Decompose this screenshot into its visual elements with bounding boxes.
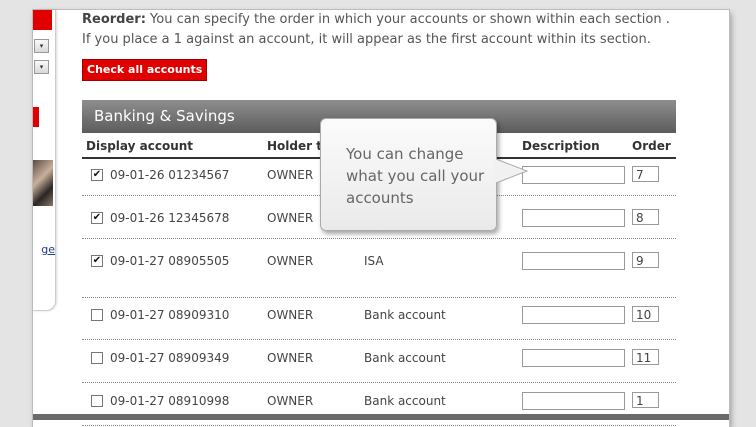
reorder-instructions: Reorder: You can specify the order in wh… [82,10,672,50]
display-checkbox[interactable] [91,352,103,364]
reorder-label: Reorder: [82,12,146,27]
display-checkbox[interactable] [91,395,103,407]
column-header-display-account: Display account [86,139,194,153]
table-row: 09-01-27 08909349 OWNER Bank account 11 [82,342,676,383]
description-input[interactable] [522,392,625,410]
order-input[interactable]: 8 [632,209,659,225]
description-input[interactable] [522,166,625,184]
account-type: ISA [364,254,384,268]
table-row: ✔ 09-01-27 08905505 OWNER ISA 9 [82,245,676,298]
reorder-text: You can specify the order in which your … [82,12,670,47]
callout-pointer [494,158,529,184]
order-input[interactable]: 9 [632,252,659,268]
sidebar-dropdown-1[interactable]: ▾ [34,39,49,53]
row-divider [82,238,676,239]
description-input[interactable] [522,252,625,270]
row-divider [82,425,676,426]
description-input[interactable] [522,209,625,227]
check-all-accounts-button[interactable]: Check all accounts [82,59,208,81]
holder-type: OWNER [267,308,314,322]
account-number: 09-01-27 08910998 [110,394,230,408]
holder-type: OWNER [267,254,314,268]
description-input[interactable] [522,306,625,324]
sidebar-avatar-image [33,160,53,206]
column-header-holder: Holder t [267,139,322,153]
order-input[interactable]: 7 [632,166,659,182]
account-number: 09-01-27 08905505 [110,254,230,268]
display-checkbox[interactable]: ✔ [91,212,103,224]
column-header-description: Description [522,139,600,153]
account-type: Bank account [364,394,446,408]
callout-text: You can change what you call your accoun… [346,145,485,207]
account-type: Bank account [364,351,446,365]
account-type: Bank account [364,308,446,322]
holder-type: OWNER [267,168,314,182]
callout-tooltip: You can change what you call your accoun… [320,118,497,231]
holder-type: OWNER [267,394,314,408]
account-number: 09-01-26 01234567 [110,168,230,182]
table-row: 09-01-27 08909310 OWNER Bank account 10 [82,299,676,340]
column-header-order: Order [632,139,671,153]
row-divider [82,297,676,298]
order-input[interactable]: 11 [632,349,659,365]
account-number: 09-01-27 08909310 [110,308,230,322]
display-checkbox[interactable] [91,309,103,321]
order-input[interactable]: 10 [632,306,659,322]
sidebar-red-tab[interactable] [33,10,52,30]
row-divider [82,382,676,383]
holder-type: OWNER [267,351,314,365]
bottom-edge [33,414,729,420]
order-input[interactable]: 1 [632,392,659,408]
holder-type: OWNER [267,211,314,225]
sidebar-link[interactable]: ge [33,243,55,256]
row-divider [82,339,676,340]
account-number: 09-01-26 12345678 [110,211,230,225]
description-input[interactable] [522,349,625,367]
left-sidebar: ▾ ▾ ge [33,10,56,311]
display-checkbox[interactable]: ✔ [91,169,103,181]
display-checkbox[interactable]: ✔ [91,255,103,267]
sidebar-dropdown-2[interactable]: ▾ [34,60,49,74]
account-number: 09-01-27 08909349 [110,351,230,365]
sidebar-red-button[interactable] [33,107,39,127]
